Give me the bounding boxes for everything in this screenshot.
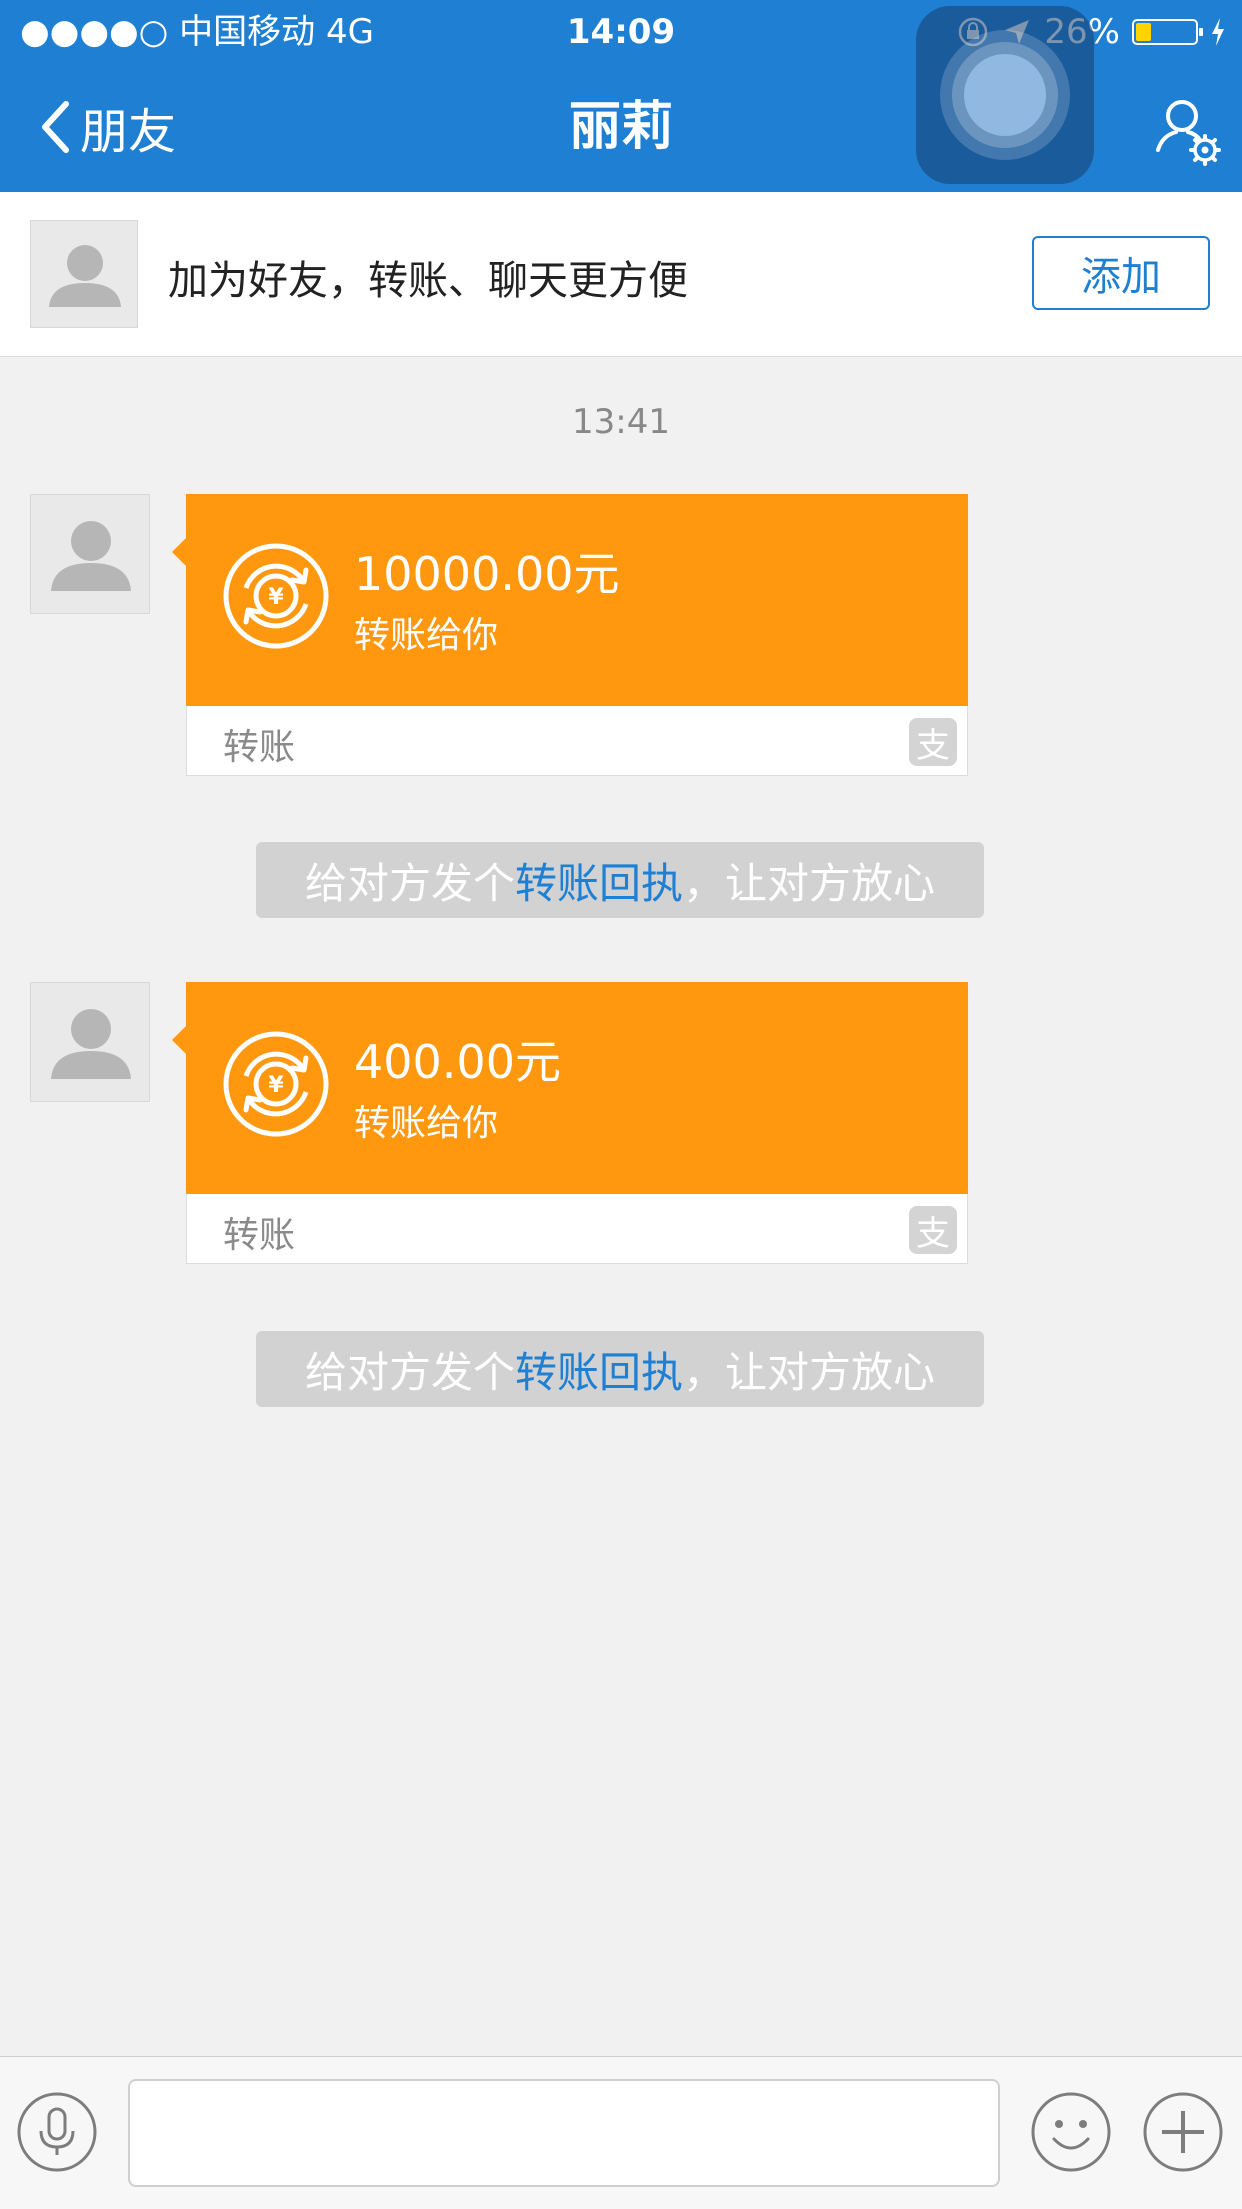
receipt-link[interactable]: 转账回执 bbox=[515, 1339, 683, 1400]
receipt-hint-prefix: 给对方发个 bbox=[304, 1347, 515, 1397]
transfer-type: 转账 bbox=[223, 727, 296, 768]
add-friend-text: 加为好友，转账、聊天更方便 bbox=[168, 258, 688, 304]
receipt-hint-prefix: 给对方发个 bbox=[304, 858, 515, 908]
transfer-desc: 转账给你 bbox=[354, 615, 499, 656]
transfer-card[interactable]: ¥ 10000.00元 转账给你 转账 支 bbox=[172, 494, 968, 776]
contact-settings-button[interactable] bbox=[1150, 92, 1226, 168]
transfer-amount: 400.00元 bbox=[354, 1035, 561, 1089]
user-avatar-icon bbox=[51, 1009, 131, 1079]
transfer-card-body: ¥ 10000.00元 转账给你 bbox=[172, 494, 968, 706]
transfer-card-footer: 转账 支 bbox=[186, 706, 968, 776]
add-friend-banner: 加为好友，转账、聊天更方便 添加 bbox=[0, 192, 1242, 357]
user-avatar-icon bbox=[49, 245, 121, 307]
input-toolbar bbox=[0, 2056, 1242, 2209]
svg-text:¥: ¥ bbox=[268, 585, 284, 610]
add-friend-button[interactable]: 添加 bbox=[1032, 236, 1210, 310]
emoji-button[interactable] bbox=[1030, 2091, 1112, 2173]
receipt-hint: 给对方发个 转账回执 ，让对方放心 bbox=[256, 842, 984, 918]
voice-button[interactable] bbox=[16, 2091, 98, 2173]
message-input[interactable] bbox=[128, 2079, 1000, 2187]
sender-avatar[interactable] bbox=[30, 982, 150, 1102]
charging-icon bbox=[1212, 18, 1224, 46]
yuan-transfer-icon: ¥ bbox=[223, 1031, 329, 1137]
assistive-touch-icon[interactable] bbox=[916, 6, 1094, 184]
user-avatar-icon bbox=[51, 521, 131, 591]
transfer-type: 转账 bbox=[223, 1215, 296, 1256]
receipt-hint-suffix: ，让对方放心 bbox=[683, 858, 936, 908]
contact-avatar[interactable] bbox=[30, 220, 138, 328]
transfer-card-body: ¥ 400.00元 转账给你 bbox=[172, 982, 968, 1194]
transfer-card[interactable]: ¥ 400.00元 转账给你 转账 支 bbox=[172, 982, 968, 1264]
receipt-link[interactable]: 转账回执 bbox=[515, 850, 683, 911]
more-actions-button[interactable] bbox=[1142, 2091, 1224, 2173]
message-timestamp: 13:41 bbox=[572, 402, 670, 442]
plus-icon bbox=[1143, 2092, 1223, 2172]
alipay-icon: 支 bbox=[909, 718, 957, 766]
alipay-icon: 支 bbox=[909, 1206, 957, 1254]
battery-level bbox=[1136, 23, 1151, 41]
receipt-hint-suffix: ，让对方放心 bbox=[683, 1347, 936, 1397]
svg-text:¥: ¥ bbox=[268, 1073, 284, 1098]
microphone-icon bbox=[17, 2092, 97, 2172]
battery-icon bbox=[1132, 19, 1203, 45]
sender-avatar[interactable] bbox=[30, 494, 150, 614]
transfer-amount: 10000.00元 bbox=[354, 547, 620, 601]
contact-settings-icon bbox=[1156, 100, 1221, 166]
transfer-card-footer: 转账 支 bbox=[186, 1194, 968, 1264]
receipt-hint: 给对方发个 转账回执 ，让对方放心 bbox=[256, 1331, 984, 1407]
emoji-icon bbox=[1031, 2092, 1111, 2172]
transfer-desc: 转账给你 bbox=[354, 1103, 499, 1144]
yuan-transfer-icon: ¥ bbox=[223, 543, 329, 649]
